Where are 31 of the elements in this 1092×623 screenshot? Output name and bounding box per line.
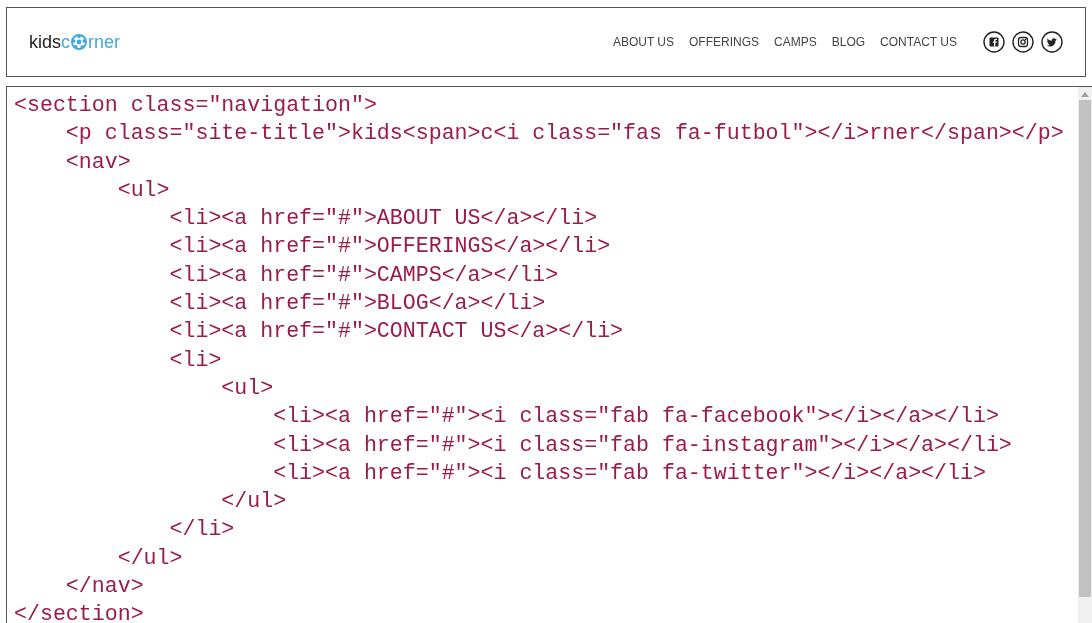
logo[interactable]: kidsc rner — [29, 28, 121, 56]
code-line: <li><a href="#"><i class="fab fa-facebook"></i></a></li> — [272, 403, 999, 431]
code-line: </ul> — [116, 544, 183, 572]
code-line: </section> — [14, 601, 144, 623]
nav-link[interactable]: CONTACT US — [880, 33, 957, 51]
code-line: <section class="navigation"> — [14, 92, 377, 119]
nav-link[interactable]: BLOG — [831, 33, 866, 51]
code-line: <li><a href="#"><i class="fab fa-twitter"></i></a></li> — [272, 459, 986, 487]
code-line: <li><a href="#">OFFERINGS</a></li> — [168, 233, 611, 261]
code-line: </nav> — [64, 573, 144, 601]
code-line: </li> — [168, 516, 235, 544]
code-line: <li> — [168, 346, 222, 374]
nav-link[interactable]: OFFERINGS — [689, 33, 760, 51]
code-line: <li><a href="#">BLOG</a></li> — [168, 290, 546, 318]
code-line: <p class="site-title">kids<span>c<i class="fas fa-futbol"></i>rner</span></p> — [64, 120, 1064, 148]
twitter-icon[interactable] — [1041, 31, 1063, 53]
code-line: <nav> — [64, 148, 131, 176]
nav-link[interactable]: CAMPS — [774, 33, 817, 51]
scrollbar[interactable] — [1078, 87, 1092, 623]
code-line: <li><a href="#">CONTACT US</a></li> — [168, 318, 624, 346]
code-line: </ul> — [220, 488, 287, 516]
code-line: <ul> — [116, 176, 170, 204]
code-line: <ul> — [220, 374, 274, 402]
soccer-ball-icon — [71, 34, 87, 50]
facebook-icon[interactable] — [983, 31, 1005, 53]
code-line: <li><a href="#">CAMPS</a></li> — [168, 261, 559, 289]
code-line: <li><a href="#">ABOUT US</a></li> — [168, 205, 598, 233]
nav-link[interactable]: ABOUT US — [612, 33, 675, 51]
instagram-icon[interactable] — [1012, 31, 1034, 53]
code-line: <li><a href="#"><i class="fab fa-instagram"></i></a></li> — [272, 431, 1012, 459]
scrollbar-thumb[interactable] — [1079, 100, 1091, 597]
